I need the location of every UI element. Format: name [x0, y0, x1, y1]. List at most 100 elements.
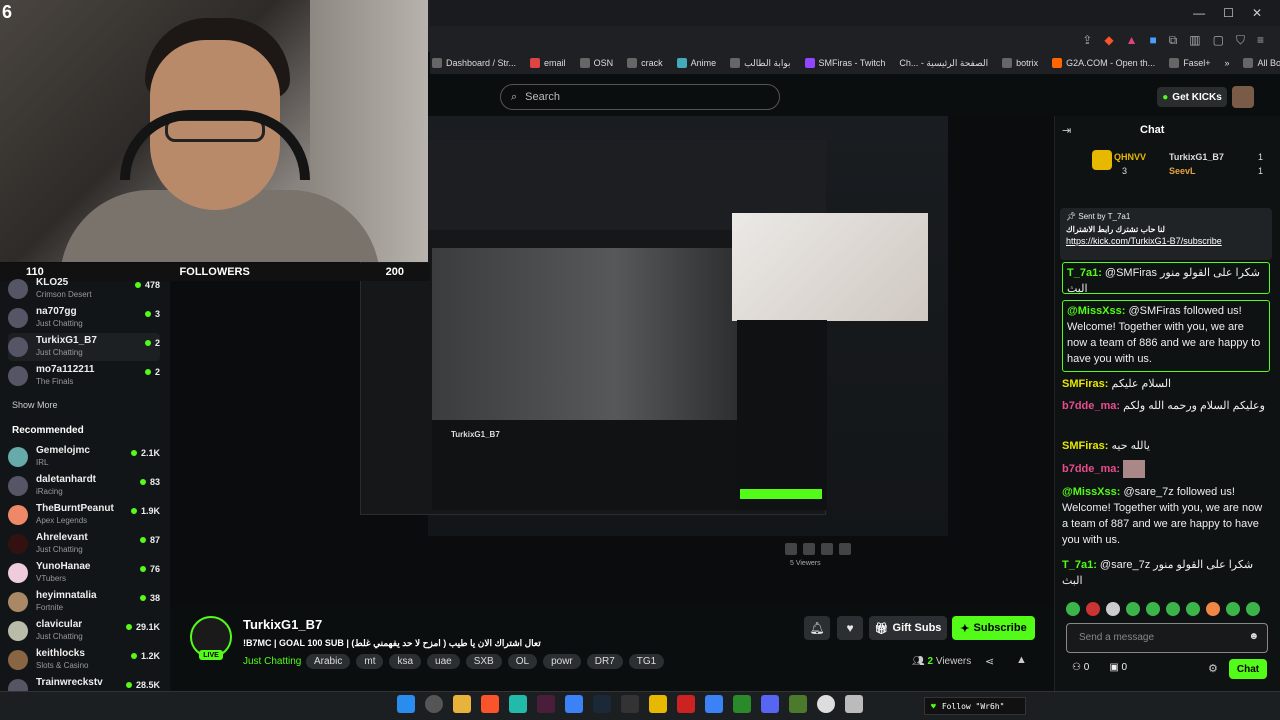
app-icon[interactable] [817, 695, 835, 713]
app-icon[interactable] [845, 695, 863, 713]
emote-icon[interactable] [1086, 602, 1100, 616]
bookmark-item[interactable]: G2A.COM - Open th... [1052, 58, 1155, 68]
app-icon[interactable] [705, 695, 723, 713]
bookmark-icon [730, 58, 741, 68]
app-icon[interactable] [649, 695, 667, 713]
emote-icon[interactable] [1146, 602, 1160, 616]
bookmark-item[interactable]: Ch... - الصفحة الرئيسية [899, 58, 988, 69]
emote-icon[interactable] [1186, 602, 1200, 616]
search-input[interactable]: ⌕ Search [500, 84, 780, 110]
get-kicks-button[interactable]: ● Get KICKs [1157, 87, 1227, 107]
tag[interactable]: mt [356, 654, 384, 669]
extensions-icon[interactable]: ⧉ [1169, 33, 1178, 48]
captured-video [432, 248, 737, 420]
tag[interactable]: uae [427, 654, 460, 669]
chevron-right-icon[interactable]: » [1224, 58, 1229, 68]
app-icon[interactable] [537, 695, 555, 713]
follow-heart-button[interactable]: ♥ [837, 616, 863, 640]
sidebar-channel[interactable]: na707gg Just Chatting 3 [8, 304, 160, 332]
bookmark-item[interactable]: crack [627, 58, 663, 68]
bookmark-item[interactable]: Dashboard / Str... [432, 58, 516, 68]
points-counter[interactable]: ⚇ 0 [1072, 662, 1089, 673]
share-icon[interactable]: ⋖ [985, 655, 994, 668]
start-icon[interactable] [397, 695, 415, 713]
collapse-chat-icon[interactable]: ⇥ [1062, 124, 1071, 137]
recommended-channel[interactable]: keithlocks Slots & Casino 1.2K [8, 646, 160, 674]
tag[interactable]: TG1 [628, 654, 665, 669]
report-icon[interactable]: ▲ [1016, 654, 1027, 666]
recommended-channel[interactable]: daletanhardt iRacing 83 [8, 472, 160, 500]
chat-stats: ⚇ 0 ▣ 0 [1072, 662, 1127, 673]
bookmark-item[interactable]: email [530, 58, 566, 68]
rewards-icon[interactable]: ▲ [1126, 33, 1138, 47]
recommended-channel[interactable]: Gemelojmc IRL 2.1K [8, 443, 160, 471]
pinned-text: لنا حاب تشترك رابط الاشتراك [1066, 225, 1165, 234]
gifts-counter[interactable]: ▣ 0 [1109, 662, 1127, 673]
app-icon[interactable] [509, 695, 527, 713]
bookmark-item[interactable]: Fasel+ [1169, 58, 1210, 68]
bookmark-item[interactable]: botrix [1002, 58, 1038, 68]
notification-bell-button[interactable]: 🔔︎ [804, 616, 830, 640]
bookmark-item[interactable]: Anime [676, 58, 716, 68]
emote-icon[interactable] [1066, 602, 1080, 616]
bookmark-item[interactable]: SMFiras - Twitch [804, 58, 885, 68]
emote-icon[interactable] [1166, 602, 1180, 616]
maximize-button[interactable]: ☐ [1223, 6, 1234, 20]
channel-name[interactable]: TurkixG1_B7 [243, 617, 322, 632]
emote-icon[interactable] [1246, 602, 1260, 616]
recommended-channel[interactable]: YunoHanae VTubers 76 [8, 559, 160, 587]
sidebar-channel[interactable]: KLO25 Crimson Desert 478 [8, 275, 160, 303]
recommended-channel[interactable]: Trainwreckstv 28.5K [8, 675, 160, 691]
xbox-icon[interactable] [733, 695, 751, 713]
tag[interactable]: ksa [389, 654, 422, 669]
emote-icon[interactable] [1126, 602, 1140, 616]
menu-icon[interactable]: ≡ [1257, 33, 1264, 47]
vpn-icon[interactable]: ⛉ [1236, 33, 1245, 48]
epic-icon[interactable] [621, 695, 639, 713]
send-chat-button[interactable]: Chat [1229, 659, 1267, 679]
emote-icon[interactable] [1206, 602, 1220, 616]
close-button[interactable]: ✕ [1252, 6, 1262, 20]
tag[interactable]: DR7 [586, 654, 623, 669]
user-avatar[interactable] [1232, 86, 1254, 108]
tag[interactable]: SXB [465, 654, 502, 669]
discord-icon[interactable] [761, 695, 779, 713]
share-icon[interactable]: ⇪ [1082, 33, 1092, 47]
recommended-channel[interactable]: heyimnatalia Fortnite 38 [8, 588, 160, 616]
app-icon[interactable] [565, 695, 583, 713]
pinned-link[interactable]: https://kick.com/TurkixG1-B7/subscribe [1066, 236, 1266, 246]
brave-icon[interactable] [481, 695, 499, 713]
tag[interactable]: powr [543, 654, 581, 669]
emote-icon[interactable] [1226, 602, 1240, 616]
extension-icon[interactable]: ■ [1149, 33, 1156, 47]
sidebar-icon[interactable]: ▥ [1189, 33, 1200, 47]
sidebar-channel[interactable]: mo7a112211 The Finals 2 [8, 362, 160, 390]
recommended-channel[interactable]: TheBurntPeanut Apex Legends 1.9K [8, 501, 160, 529]
recommended-channel[interactable]: Ahrelevant Just Chatting 87 [8, 530, 160, 558]
sidebar-channel[interactable]: TurkixG1_B7 Just Chatting 2 [8, 333, 160, 361]
steam-icon[interactable] [593, 695, 611, 713]
folder-icon[interactable] [453, 695, 471, 713]
wallet-icon[interactable]: ▢ [1213, 33, 1224, 47]
stream-category[interactable]: Just Chatting [243, 656, 301, 667]
show-more-link[interactable]: Show More [12, 400, 58, 410]
brave-shield-icon[interactable]: ◆ [1104, 33, 1113, 47]
app-icon[interactable] [677, 695, 695, 713]
recommended-channel[interactable]: clavicular Just Chatting 29.1K [8, 617, 160, 645]
minecraft-icon[interactable] [789, 695, 807, 713]
minimize-button[interactable]: — [1193, 6, 1205, 20]
chat-message-input[interactable]: Send a message ☻ [1066, 623, 1268, 653]
bookmark-item[interactable]: بوابة الطالب [730, 58, 791, 69]
tag[interactable]: Arabic [306, 654, 351, 669]
emote-icon[interactable] [1106, 602, 1120, 616]
chat-message: b7dde_ma: [1062, 460, 1270, 478]
all-bookmarks[interactable]: All Bookmarks [1243, 58, 1280, 68]
emoji-icon[interactable]: ☻ [1248, 631, 1259, 642]
pinned-sender: 📌︎ Sent by T_7a1 [1066, 212, 1131, 221]
app-icon[interactable] [425, 695, 443, 713]
subscribe-button[interactable]: ✦ Subscribe [952, 616, 1035, 640]
tag[interactable]: OL [507, 654, 538, 669]
gear-icon[interactable]: ⚙ [1208, 662, 1218, 675]
bookmark-item[interactable]: OSN [579, 58, 613, 68]
gift-subs-button[interactable]: 🎁︎ Gift Subs [869, 616, 947, 640]
